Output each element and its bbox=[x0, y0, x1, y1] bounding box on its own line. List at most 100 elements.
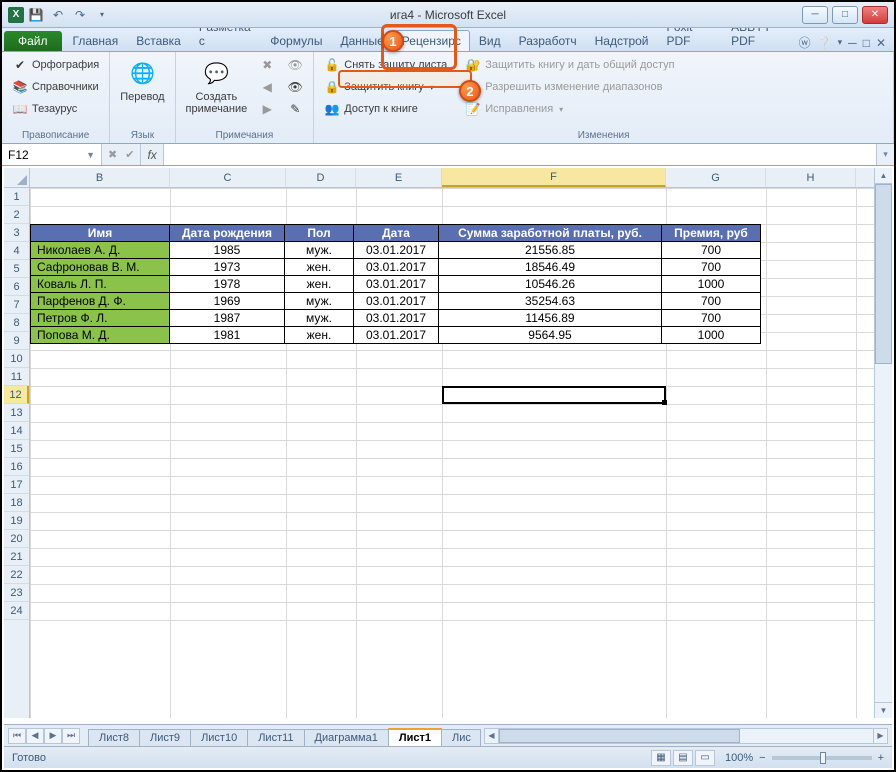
table-cell[interactable]: 700 bbox=[662, 259, 761, 276]
qat-customize-icon[interactable]: ▾ bbox=[92, 5, 112, 25]
row-header-13[interactable]: 13 bbox=[4, 404, 29, 422]
table-cell[interactable]: 10546.26 bbox=[439, 276, 662, 293]
translate-button[interactable]: 🌐Перевод bbox=[116, 55, 168, 105]
ribbon-tab-3[interactable]: Формулы bbox=[261, 30, 331, 51]
ribbon-tab-0[interactable]: Главная bbox=[64, 30, 128, 51]
sheet-prev-icon[interactable]: ◀ bbox=[26, 728, 44, 744]
table-cell[interactable]: Парфенов Д. Ф. bbox=[31, 293, 170, 310]
table-cell[interactable]: 1000 bbox=[662, 276, 761, 293]
table-cell[interactable]: жен. bbox=[285, 276, 354, 293]
sheet-tabs[interactable]: Лист8Лист9Лист10Лист11Диаграмма1Лист1Лис bbox=[88, 725, 480, 746]
scroll-down-icon[interactable]: ▼ bbox=[875, 702, 892, 718]
row-header-8[interactable]: 8 bbox=[4, 314, 29, 332]
show-all-comments-button[interactable]: 👁 bbox=[283, 77, 307, 97]
doc-minimize-icon[interactable]: ─ bbox=[848, 36, 857, 50]
col-header-E[interactable]: E bbox=[356, 168, 442, 187]
zoom-thumb[interactable] bbox=[820, 752, 826, 764]
sheet-tab-1[interactable]: Лист9 bbox=[139, 729, 191, 746]
col-header-D[interactable]: D bbox=[286, 168, 356, 187]
row-header-15[interactable]: 15 bbox=[4, 440, 29, 458]
col-header-F[interactable]: F bbox=[442, 168, 666, 187]
share-workbook-button[interactable]: 👥Доступ к книге bbox=[320, 99, 451, 119]
ribbon-tab-6[interactable]: Вид bbox=[470, 30, 510, 51]
col-header-B[interactable]: B bbox=[30, 168, 170, 187]
table-cell[interactable]: Петров Ф. Л. bbox=[31, 310, 170, 327]
research-button[interactable]: 📚Справочники bbox=[8, 77, 103, 97]
hscroll-thumb[interactable] bbox=[499, 729, 740, 743]
table-cell[interactable]: 1000 bbox=[662, 327, 761, 344]
row-header-12[interactable]: 12 bbox=[4, 386, 29, 404]
table-cell[interactable]: 03.01.2017 bbox=[354, 259, 439, 276]
ribbon-options-icon[interactable]: ▾ bbox=[838, 37, 843, 48]
ribbon-tab-7[interactable]: Разработч bbox=[510, 30, 586, 51]
close-button[interactable]: ✕ bbox=[862, 6, 888, 24]
row-headers[interactable]: 123456789101112131415161718192021222324 bbox=[4, 188, 30, 718]
row-header-23[interactable]: 23 bbox=[4, 584, 29, 602]
zoom-level[interactable]: 100% bbox=[725, 752, 753, 764]
qat-save-icon[interactable]: 💾 bbox=[26, 5, 46, 25]
table-cell[interactable]: 03.01.2017 bbox=[354, 310, 439, 327]
table-cell[interactable]: 1981 bbox=[170, 327, 285, 344]
ribbon-tab-5[interactable]: Рецензирс bbox=[393, 30, 470, 51]
select-all-corner[interactable] bbox=[4, 168, 30, 188]
grid-body[interactable]: ИмяДата рожденияПолДатаСумма заработной … bbox=[30, 188, 892, 718]
row-header-4[interactable]: 4 bbox=[4, 242, 29, 260]
table-cell[interactable]: 700 bbox=[662, 310, 761, 327]
fx-button[interactable]: fx bbox=[141, 144, 163, 165]
row-header-18[interactable]: 18 bbox=[4, 494, 29, 512]
zoom-out-icon[interactable]: − bbox=[759, 752, 765, 764]
row-header-20[interactable]: 20 bbox=[4, 530, 29, 548]
horizontal-scrollbar[interactable]: ◀ ▶ bbox=[484, 728, 888, 744]
table-cell[interactable]: Николаев А. Д. bbox=[31, 242, 170, 259]
table-cell[interactable]: 21556.85 bbox=[439, 242, 662, 259]
table-cell[interactable]: жен. bbox=[285, 327, 354, 344]
page-break-view-icon[interactable]: ▭ bbox=[695, 750, 715, 766]
table-cell[interactable]: 03.01.2017 bbox=[354, 276, 439, 293]
spelling-button[interactable]: ✔Орфография bbox=[8, 55, 103, 75]
qat-redo-icon[interactable]: ↷ bbox=[70, 5, 90, 25]
doc-restore-icon[interactable]: □ bbox=[863, 36, 870, 50]
normal-view-icon[interactable]: ▦ bbox=[651, 750, 671, 766]
row-header-1[interactable]: 1 bbox=[4, 188, 29, 206]
table-cell[interactable]: 1973 bbox=[170, 259, 285, 276]
row-header-21[interactable]: 21 bbox=[4, 548, 29, 566]
table-cell[interactable]: Попова М. Д. bbox=[31, 327, 170, 344]
table-cell[interactable]: муж. bbox=[285, 293, 354, 310]
row-header-22[interactable]: 22 bbox=[4, 566, 29, 584]
row-header-16[interactable]: 16 bbox=[4, 458, 29, 476]
column-headers[interactable]: BCDEFGH bbox=[30, 168, 892, 188]
table-cell[interactable]: 03.01.2017 bbox=[354, 293, 439, 310]
row-header-10[interactable]: 10 bbox=[4, 350, 29, 368]
unprotect-sheet-button[interactable]: 🔓Снять защиту листа bbox=[320, 55, 451, 75]
show-ink-button[interactable]: ✎ bbox=[283, 99, 307, 119]
table-cell[interactable]: 1978 bbox=[170, 276, 285, 293]
table-cell[interactable]: 03.01.2017 bbox=[354, 327, 439, 344]
ribbon-tab-8[interactable]: Надстрой bbox=[586, 30, 658, 51]
row-header-9[interactable]: 9 bbox=[4, 332, 29, 350]
table-cell[interactable]: 1969 bbox=[170, 293, 285, 310]
sheet-tab-4[interactable]: Диаграмма1 bbox=[304, 729, 389, 746]
minimize-ribbon-icon[interactable]: ⓦ bbox=[799, 34, 811, 51]
thesaurus-button[interactable]: 📖Тезаурус bbox=[8, 99, 103, 119]
scroll-up-icon[interactable]: ▲ bbox=[875, 168, 892, 184]
zoom-in-icon[interactable]: + bbox=[878, 752, 884, 764]
zoom-slider[interactable] bbox=[772, 756, 872, 760]
scroll-right-icon[interactable]: ▶ bbox=[873, 729, 887, 743]
col-header-C[interactable]: C bbox=[170, 168, 286, 187]
sheet-tab-0[interactable]: Лист8 bbox=[88, 729, 140, 746]
table-cell[interactable]: муж. bbox=[285, 242, 354, 259]
row-header-5[interactable]: 5 bbox=[4, 260, 29, 278]
col-header-G[interactable]: G bbox=[666, 168, 766, 187]
maximize-button[interactable]: □ bbox=[832, 6, 858, 24]
expand-formula-bar-icon[interactable]: ▾ bbox=[876, 144, 894, 165]
minimize-button[interactable]: ─ bbox=[802, 6, 828, 24]
scroll-left-icon[interactable]: ◀ bbox=[485, 729, 499, 743]
namebox-dropdown-icon[interactable]: ▼ bbox=[86, 150, 95, 160]
help-icon[interactable]: ❔ bbox=[817, 36, 832, 50]
col-header-H[interactable]: H bbox=[766, 168, 856, 187]
table-cell[interactable]: 18546.49 bbox=[439, 259, 662, 276]
table-cell[interactable]: Сафроновав В. М. bbox=[31, 259, 170, 276]
formula-input[interactable] bbox=[164, 144, 876, 165]
table-cell[interactable]: 700 bbox=[662, 293, 761, 310]
table-cell[interactable]: 1985 bbox=[170, 242, 285, 259]
